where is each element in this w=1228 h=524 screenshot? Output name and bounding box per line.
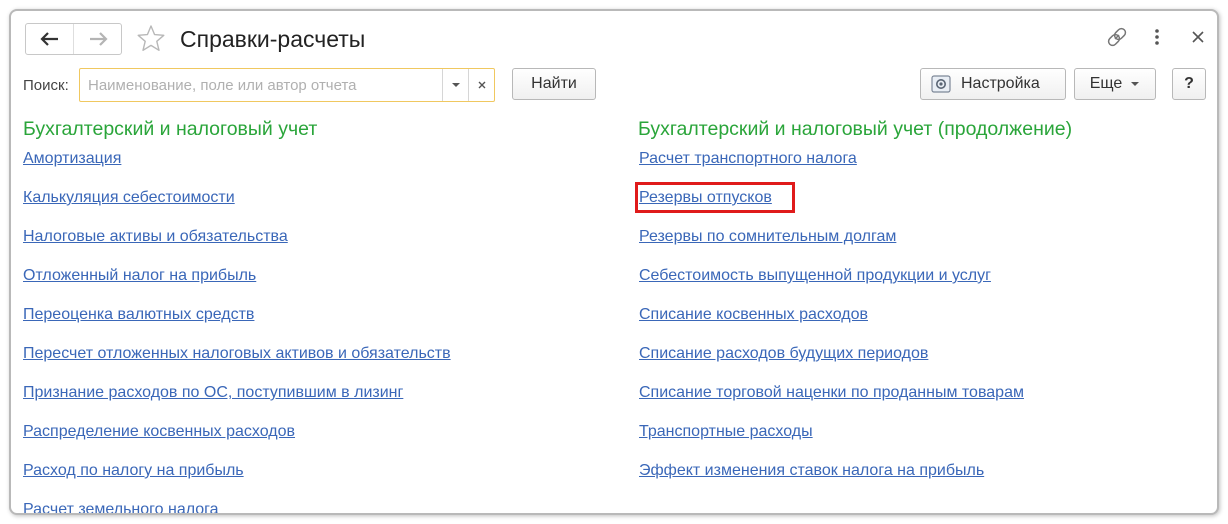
- arrow-left-icon: [39, 32, 58, 46]
- report-link[interactable]: Списание косвенных расходов: [639, 305, 868, 325]
- search-field: [79, 68, 495, 102]
- report-link[interactable]: Себестоимость выпущенной продукции и усл…: [639, 266, 991, 286]
- report-link[interactable]: Расход по налогу на прибыль: [23, 461, 244, 481]
- search-dropdown-button[interactable]: [442, 69, 469, 101]
- report-link[interactable]: Транспортные расходы: [639, 422, 813, 442]
- report-link[interactable]: Налоговые активы и обязательства: [23, 227, 288, 247]
- report-link[interactable]: Списание торговой наценки по проданным т…: [639, 383, 1024, 403]
- chevron-down-icon: [1131, 82, 1140, 86]
- find-button[interactable]: Найти: [512, 68, 596, 100]
- report-link[interactable]: Расчет транспортного налога: [639, 149, 857, 169]
- search-input[interactable]: [80, 69, 442, 101]
- report-link[interactable]: Эффект изменения ставок налога на прибыл…: [639, 461, 984, 481]
- highlight-box: [635, 182, 795, 213]
- report-link[interactable]: Распределение косвенных расходов: [23, 422, 295, 442]
- section-title-accounting-continued: Бухгалтерский и налоговый учет (продолже…: [638, 118, 1073, 140]
- report-link[interactable]: Переоценка валютных средств: [23, 305, 254, 325]
- back-button[interactable]: [26, 24, 74, 54]
- more-button[interactable]: Еще: [1074, 68, 1156, 100]
- report-window: Справки-расчеты Поиск: Наименование, пол…: [9, 9, 1219, 515]
- report-link[interactable]: Калькуляция себестоимости: [23, 188, 235, 208]
- find-button-label: Найти: [531, 75, 577, 92]
- settings-button-label: Настройка: [961, 75, 1040, 92]
- link-icon: [1107, 27, 1127, 47]
- more-actions-button[interactable]: [1144, 23, 1170, 51]
- report-link[interactable]: Отложенный налог на прибыль: [23, 266, 256, 286]
- star-outline-icon: [137, 25, 165, 51]
- report-link[interactable]: Расчет земельного налога: [23, 500, 219, 513]
- link-button[interactable]: [1104, 23, 1130, 51]
- report-link[interactable]: Признание расходов по ОС, поступившим в …: [23, 383, 403, 403]
- favorite-star-button[interactable]: [135, 23, 167, 53]
- arrow-right-icon: [89, 32, 108, 46]
- search-clear-button[interactable]: [468, 69, 495, 101]
- more-button-label: Еще: [1089, 75, 1123, 92]
- help-button[interactable]: ?: [1172, 68, 1206, 100]
- close-button[interactable]: [1185, 23, 1211, 51]
- section-title-accounting: Бухгалтерский и налоговый учет: [23, 118, 318, 140]
- report-link[interactable]: Амортизация: [23, 149, 121, 169]
- forward-button[interactable]: [74, 24, 121, 54]
- help-button-label: ?: [1184, 75, 1194, 92]
- search-label: Поиск:: [23, 77, 69, 94]
- navigation-buttons: [25, 23, 122, 55]
- page-title: Справки-расчеты: [180, 26, 366, 52]
- report-link[interactable]: Списание расходов будущих периодов: [639, 344, 928, 364]
- clear-icon: [478, 81, 486, 89]
- settings-button[interactable]: Настройка: [920, 68, 1066, 100]
- chevron-down-icon: [452, 83, 460, 87]
- report-link[interactable]: Пересчет отложенных налоговых активов и …: [23, 344, 451, 364]
- report-link[interactable]: Резервы по сомнительным долгам: [639, 227, 896, 247]
- settings-icon: [931, 75, 951, 93]
- vertical-dots-icon: [1155, 29, 1159, 45]
- close-icon: [1192, 31, 1204, 43]
